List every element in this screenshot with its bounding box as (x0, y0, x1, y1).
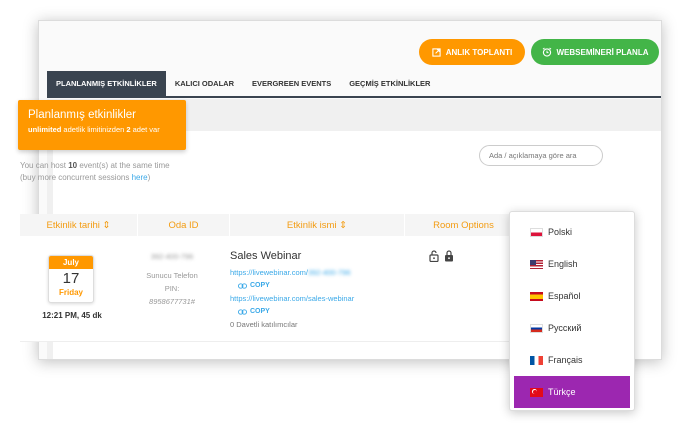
invited-participants: 0 Davetli katılımcılar (230, 320, 298, 329)
tab-evergreen-events[interactable]: EVERGREEN EVENTS (243, 71, 340, 96)
flag-es-icon (530, 291, 543, 301)
tab-scheduled-events[interactable]: PLANLANMIŞ ETKİNLİKLER (47, 71, 166, 96)
room-id: 392-400-796 (150, 252, 194, 261)
pin-label: PIN: (164, 284, 180, 293)
buy-sessions-link[interactable]: here (132, 173, 148, 182)
link-icon (238, 308, 247, 315)
flag-ru-icon (530, 323, 543, 333)
language-dropdown: Polski English Español Русский Français … (509, 211, 635, 411)
tab-permanent-rooms[interactable]: KALICI ODALAR (166, 71, 243, 96)
language-option-polski[interactable]: Polski (514, 216, 630, 248)
event-url-slug[interactable]: https://livewebinar.com/sales-webinar (230, 292, 400, 305)
language-option-french[interactable]: Français (514, 344, 630, 376)
header-event-name[interactable]: Etkinlik ismi ⇕ (230, 214, 405, 236)
header-room-options: Room Options (405, 214, 523, 236)
tab-past-events[interactable]: GEÇMİŞ ETKİNLİKLER (340, 71, 439, 96)
flag-us-icon (530, 259, 543, 269)
scheduled-events-card: Planlanmış etkinlikler unlimited adetlik… (18, 100, 186, 150)
host-capacity-info: You can host 10 event(s) at the same tim… (20, 161, 170, 182)
schedule-webinar-button[interactable]: WEBSEMİNERİ PLANLA (531, 39, 659, 65)
pin-value: 8958677731# (149, 297, 195, 306)
card-title: Planlanmış etkinlikler (28, 109, 137, 121)
event-url-id[interactable]: https://livewebinar.com/392-400-796 (230, 266, 400, 279)
event-time: 12:21 PM, 45 dk (42, 311, 102, 320)
calendar-month: July (49, 256, 93, 269)
calendar-weekday: Friday (58, 288, 83, 297)
lock-icon[interactable] (444, 250, 454, 262)
host-phone-label: Sunucu Telefon (146, 271, 198, 280)
external-link-icon (432, 47, 441, 57)
room-id-cell: 392-400-796 Sunucu Telefon PIN: 89586777… (130, 250, 214, 308)
language-option-russian[interactable]: Русский (514, 312, 630, 344)
header-event-date[interactable]: Etkinlik tarihi ⇕ (20, 214, 138, 236)
header-room-id: Oda ID (138, 214, 230, 236)
flag-fr-icon (530, 355, 543, 365)
instant-meeting-label: ANLIK TOPLANTI (445, 47, 513, 57)
unlock-icon[interactable] (429, 250, 439, 262)
flag-tr-icon (530, 387, 543, 397)
stage: ANLIK TOPLANTI WEBSEMİNERİ PLANLA PLANLA… (0, 0, 700, 426)
event-name-cell: Sales Webinar https://livewebinar.com/39… (230, 250, 400, 331)
calendar-date: July 17 Friday (48, 255, 94, 303)
language-option-english[interactable]: English (514, 248, 630, 280)
language-option-turkish[interactable]: Türkçe (514, 376, 630, 408)
copy-link-button-1[interactable]: COPY (230, 279, 400, 292)
language-option-espanol[interactable]: Español (514, 280, 630, 312)
instant-meeting-button[interactable]: ANLIK TOPLANTI (419, 39, 525, 65)
link-icon (238, 282, 247, 289)
events-tabs: PLANLANMIŞ ETKİNLİKLER KALICI ODALAR EVE… (47, 71, 661, 98)
calendar-day: 17 (62, 270, 80, 287)
alarm-clock-icon (542, 47, 551, 57)
copy-link-button-2[interactable]: COPY (230, 305, 400, 318)
flag-pl-icon (530, 227, 543, 237)
search-input[interactable]: Ada / açıklamaya göre ara (479, 145, 603, 166)
top-toolbar: ANLIK TOPLANTI WEBSEMİNERİ PLANLA (39, 21, 661, 71)
room-options (429, 250, 454, 262)
schedule-webinar-label: WEBSEMİNERİ PLANLA (556, 47, 649, 57)
card-limit-text: unlimited adetlik limitinizden 2 adet va… (28, 125, 160, 134)
event-name: Sales Webinar (230, 250, 302, 262)
